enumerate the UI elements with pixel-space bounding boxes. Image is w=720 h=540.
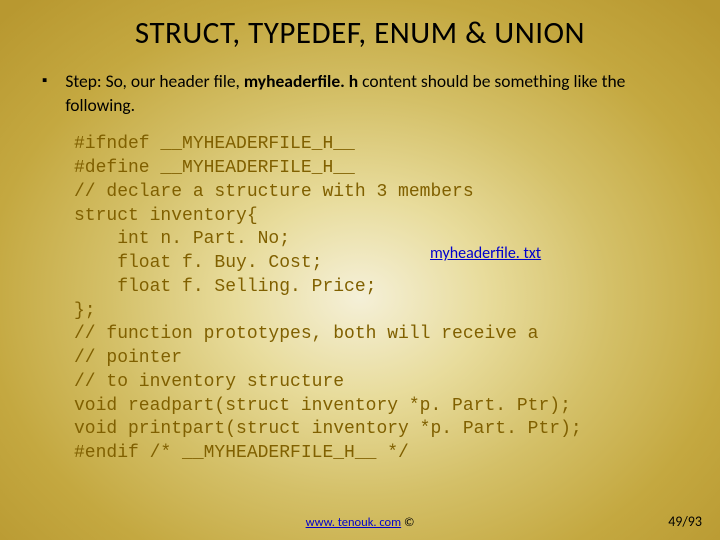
step-text: Step: So, our header file, myheaderfile.… — [65, 70, 678, 117]
slide-title: STRUCT, TYPEDEF, ENUM & UNION — [0, 0, 720, 52]
code-block: #ifndef __MYHEADERFILE_H__ #define __MYH… — [0, 117, 720, 466]
page-number: 49/93 — [668, 513, 702, 530]
footer-copyright: © — [401, 515, 414, 530]
step-row: ▪ Step: So, our header file, myheaderfil… — [0, 52, 720, 117]
code-text: #ifndef __MYHEADERFILE_H__ #define __MYH… — [74, 134, 582, 463]
step-filename: myheaderfile. h — [244, 70, 358, 92]
bullet-icon: ▪ — [42, 72, 47, 90]
step-prefix: Step: So, our header file, — [65, 70, 244, 92]
footer: www. tenouk. com © — [0, 515, 720, 530]
footer-url[interactable]: www. tenouk. com — [306, 515, 402, 530]
file-link[interactable]: myheaderfile. txt — [430, 243, 541, 264]
